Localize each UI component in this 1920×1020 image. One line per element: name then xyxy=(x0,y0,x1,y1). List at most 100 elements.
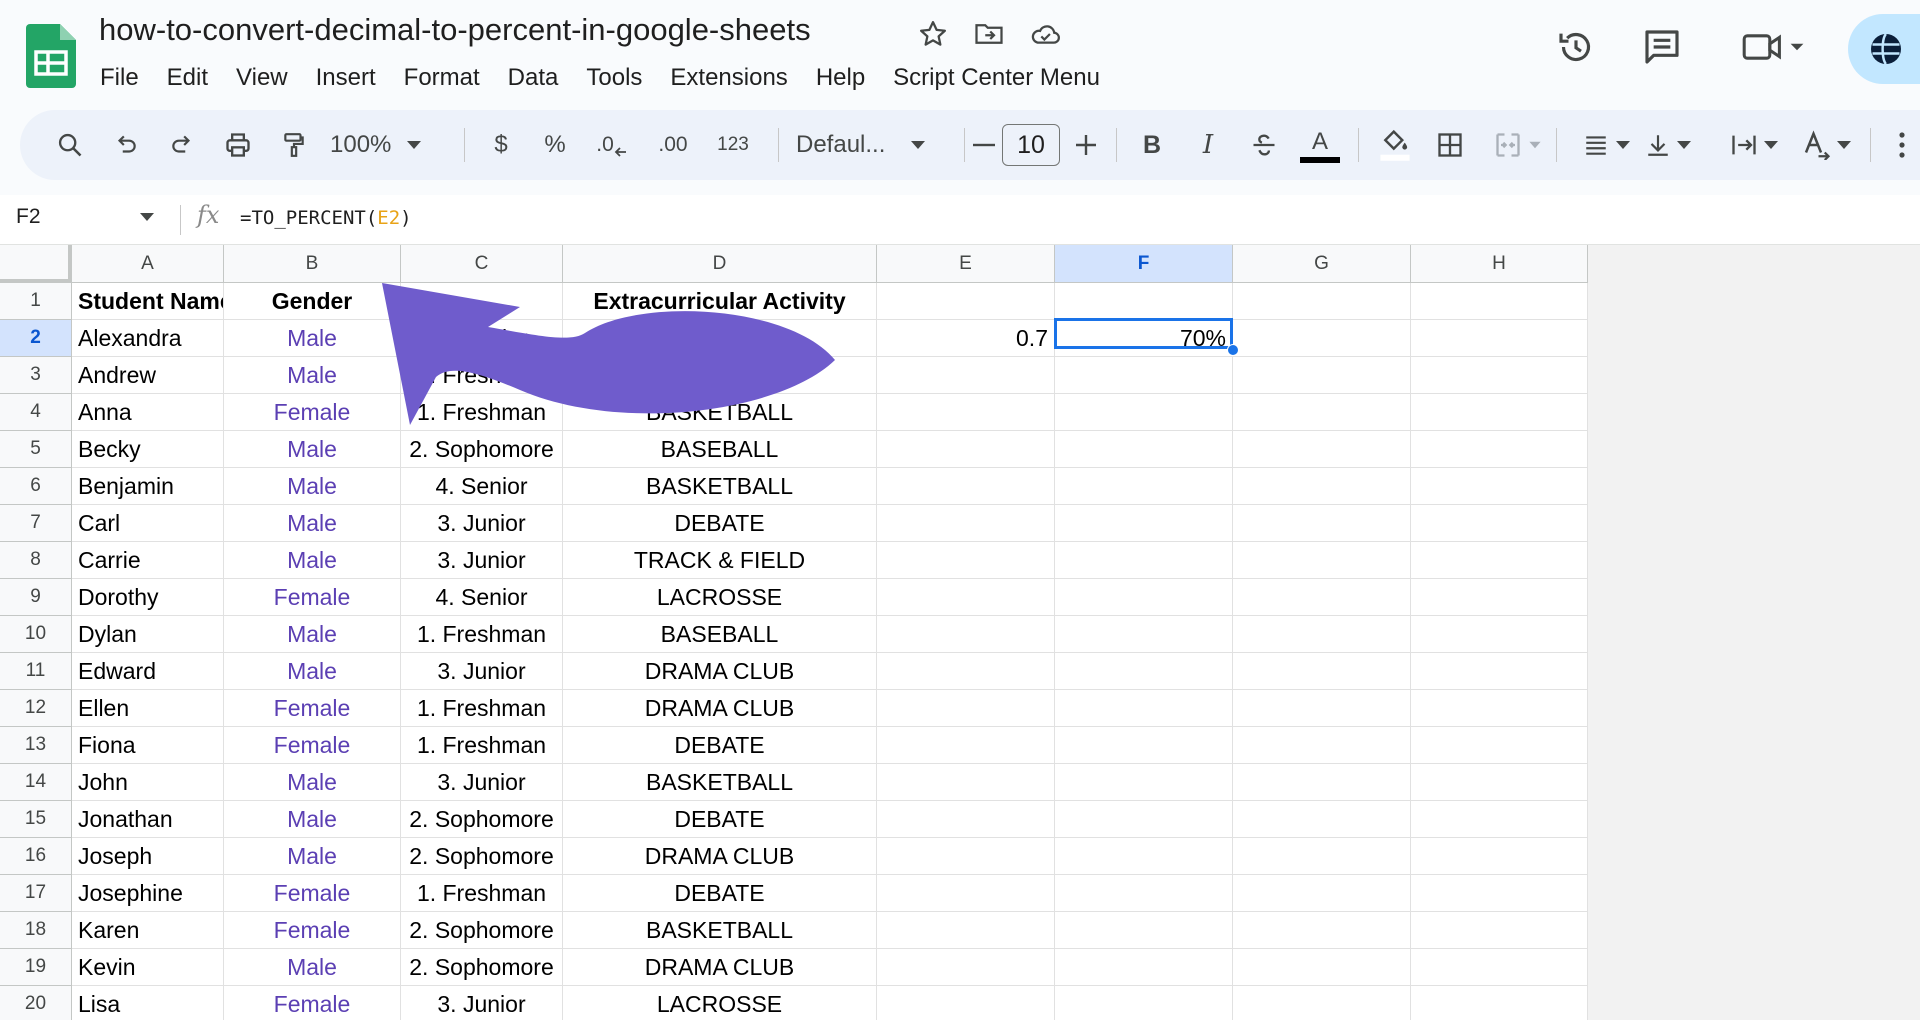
cell-g9[interactable] xyxy=(1233,579,1411,616)
cell-c19[interactable]: 2. Sophomore xyxy=(401,949,563,986)
cell-c18[interactable]: 2. Sophomore xyxy=(401,912,563,949)
cell-c8[interactable]: 3. Junior xyxy=(401,542,563,579)
align-icon[interactable] xyxy=(1578,110,1634,180)
cell-d1[interactable]: Extracurricular Activity xyxy=(563,283,877,320)
formula-input[interactable]: =TO_PERCENT(E2) xyxy=(240,207,412,229)
cell-h9[interactable] xyxy=(1411,579,1588,616)
cell-a6[interactable]: Benjamin xyxy=(72,468,224,505)
cell-g12[interactable] xyxy=(1233,690,1411,727)
select-all-corner[interactable] xyxy=(0,245,72,283)
menu-tools[interactable]: Tools xyxy=(586,62,642,94)
cell-c9[interactable]: 4. Senior xyxy=(401,579,563,616)
cell-e20[interactable] xyxy=(877,986,1055,1020)
cell-b12[interactable]: Female xyxy=(224,690,401,727)
cell-h5[interactable] xyxy=(1411,431,1588,468)
cell-h20[interactable] xyxy=(1411,986,1588,1020)
row-header[interactable]: 15 xyxy=(0,801,72,838)
cell-f12[interactable] xyxy=(1055,690,1233,727)
fill-handle[interactable] xyxy=(1227,344,1239,356)
name-box[interactable]: F2 xyxy=(16,205,41,229)
cell-h16[interactable] xyxy=(1411,838,1588,875)
row-header[interactable]: 17 xyxy=(0,875,72,912)
search-icon[interactable] xyxy=(50,110,90,180)
row-header[interactable]: 1 xyxy=(0,283,72,320)
row-header[interactable]: 18 xyxy=(0,912,72,949)
cell-f14[interactable] xyxy=(1055,764,1233,801)
cell-b6[interactable]: Male xyxy=(224,468,401,505)
cell-a13[interactable]: Fiona xyxy=(72,727,224,764)
cell-h17[interactable] xyxy=(1411,875,1588,912)
cell-e1[interactable] xyxy=(877,283,1055,320)
cell-d17[interactable]: DEBATE xyxy=(563,875,877,912)
cell-g11[interactable] xyxy=(1233,653,1411,690)
cell-c20[interactable]: 3. Junior xyxy=(401,986,563,1020)
cell-b5[interactable]: Male xyxy=(224,431,401,468)
cell-f11[interactable] xyxy=(1055,653,1233,690)
cell-f15[interactable] xyxy=(1055,801,1233,838)
cell-c3[interactable]: 1. Freshman xyxy=(401,357,563,394)
cell-h6[interactable] xyxy=(1411,468,1588,505)
chevron-down-icon[interactable] xyxy=(140,209,154,227)
menu-script-center[interactable]: Script Center Menu xyxy=(893,62,1100,94)
text-color-button[interactable]: A xyxy=(1298,110,1342,180)
cell-c14[interactable]: 3. Junior xyxy=(401,764,563,801)
cell-d15[interactable]: DEBATE xyxy=(563,801,877,838)
cell-e14[interactable] xyxy=(877,764,1055,801)
move-folder-icon[interactable] xyxy=(970,16,1008,52)
menu-data[interactable]: Data xyxy=(508,62,559,94)
cell-b18[interactable]: Female xyxy=(224,912,401,949)
text-wrap-icon[interactable] xyxy=(1726,110,1782,180)
cell-e17[interactable] xyxy=(877,875,1055,912)
print-icon[interactable] xyxy=(218,110,258,180)
cell-f20[interactable] xyxy=(1055,986,1233,1020)
cell-f9[interactable] xyxy=(1055,579,1233,616)
cell-h15[interactable] xyxy=(1411,801,1588,838)
menu-help[interactable]: Help xyxy=(816,62,865,94)
cell-d13[interactable]: DEBATE xyxy=(563,727,877,764)
row-header[interactable]: 8 xyxy=(0,542,72,579)
cell-g14[interactable] xyxy=(1233,764,1411,801)
cell-e10[interactable] xyxy=(877,616,1055,653)
cell-f3[interactable] xyxy=(1055,357,1233,394)
cell-h8[interactable] xyxy=(1411,542,1588,579)
cell-d3[interactable]: LACROSSE xyxy=(563,357,877,394)
cell-d6[interactable]: BASKETBALL xyxy=(563,468,877,505)
font-family-select[interactable]: Defaul... xyxy=(786,110,946,180)
menu-format[interactable]: Format xyxy=(404,62,480,94)
cell-b14[interactable]: Male xyxy=(224,764,401,801)
row-header[interactable]: 7 xyxy=(0,505,72,542)
cell-c16[interactable]: 2. Sophomore xyxy=(401,838,563,875)
row-header[interactable]: 9 xyxy=(0,579,72,616)
row-header[interactable]: 5 xyxy=(0,431,72,468)
cell-h2[interactable] xyxy=(1411,320,1588,357)
italic-button[interactable]: I xyxy=(1188,110,1228,180)
cell-g17[interactable] xyxy=(1233,875,1411,912)
cell-d2[interactable]: DRAMA CLUB xyxy=(563,320,877,357)
cell-e3[interactable] xyxy=(877,357,1055,394)
cell-b11[interactable]: Male xyxy=(224,653,401,690)
redo-icon[interactable] xyxy=(162,110,202,180)
cell-a10[interactable]: Dylan xyxy=(72,616,224,653)
text-rotation-icon[interactable] xyxy=(1796,110,1856,180)
share-button[interactable] xyxy=(1848,14,1920,84)
percent-format-button[interactable]: % xyxy=(540,110,570,180)
version-history-icon[interactable] xyxy=(1551,22,1601,72)
comments-icon[interactable] xyxy=(1637,22,1687,72)
sheets-logo-icon[interactable] xyxy=(26,24,76,88)
cell-h1[interactable] xyxy=(1411,283,1588,320)
cell-b16[interactable]: Male xyxy=(224,838,401,875)
cell-e13[interactable] xyxy=(877,727,1055,764)
cell-h14[interactable] xyxy=(1411,764,1588,801)
cell-b8[interactable]: Male xyxy=(224,542,401,579)
cell-b17[interactable]: Female xyxy=(224,875,401,912)
menu-view[interactable]: View xyxy=(236,62,288,94)
cell-d16[interactable]: DRAMA CLUB xyxy=(563,838,877,875)
cell-f13[interactable] xyxy=(1055,727,1233,764)
cell-d20[interactable]: LACROSSE xyxy=(563,986,877,1020)
cell-d8[interactable]: TRACK & FIELD xyxy=(563,542,877,579)
cell-g4[interactable] xyxy=(1233,394,1411,431)
cell-a19[interactable]: Kevin xyxy=(72,949,224,986)
cell-h7[interactable] xyxy=(1411,505,1588,542)
cell-h3[interactable] xyxy=(1411,357,1588,394)
minus-icon[interactable] xyxy=(964,110,1004,180)
